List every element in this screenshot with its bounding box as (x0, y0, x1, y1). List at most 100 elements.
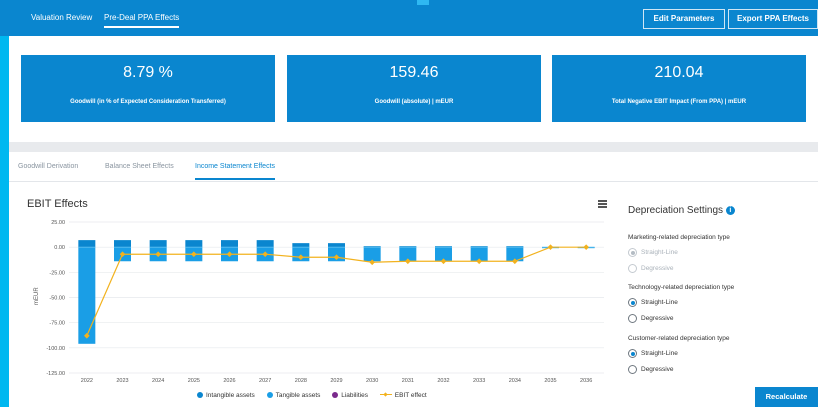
customer-degressive-radio[interactable]: Degressive (628, 365, 674, 374)
kpi-value: 159.46 (389, 64, 439, 81)
x-tick-label: 2031 (402, 378, 414, 384)
x-tick-label: 2027 (259, 378, 271, 384)
x-tick-label: 2025 (188, 378, 200, 384)
x-tick-label: 2023 (116, 378, 128, 384)
kpi-panel: 8.79 % Goodwill (in % of Expected Consid… (9, 36, 818, 142)
radio-selected-icon (628, 298, 637, 307)
bar-intangible-assets (328, 243, 345, 248)
bar-intangible-assets (114, 240, 131, 248)
settings-title: Depreciation Settings i (628, 205, 735, 216)
export-ppa-effects-button[interactable]: Export PPA Effects (728, 9, 818, 29)
kpi-value: 8.79 % (123, 64, 173, 81)
settings-title-text: Depreciation Settings (628, 205, 724, 216)
technology-degressive-radio[interactable]: Degressive (628, 314, 674, 323)
legend-dot-icon (266, 392, 273, 399)
customer-straight-line-radio[interactable]: Straight-Line (628, 349, 678, 358)
tab-balance-sheet-effects[interactable]: Balance Sheet Effects (105, 163, 174, 170)
radio-empty-icon (628, 365, 637, 374)
kpi-value: 210.04 (654, 64, 704, 81)
hamburger-menu-icon[interactable] (598, 200, 607, 208)
bar-intangible-assets (256, 240, 274, 248)
x-tick-label: 2028 (295, 378, 307, 384)
legend-item-tangible[interactable]: Tangible assets (266, 392, 321, 399)
tab-pre-deal-ppa-effects[interactable]: Pre-Deal PPA Effects (104, 13, 180, 28)
radio-label: Degressive (641, 366, 674, 374)
marketing-depreciation-label: Marketing-related depreciation type (628, 234, 730, 241)
legend-line-icon (379, 392, 392, 398)
legend-item-intangible[interactable]: Intangible assets (197, 392, 255, 399)
depreciation-settings-panel: Depreciation Settings i (628, 205, 735, 216)
top-nav-bar: Valuation Review Pre-Deal PPA Effects Ed… (0, 0, 818, 36)
legend-label: EBIT effect (394, 392, 427, 399)
x-axis-ticks: 2022 2023 2024 2025 2026 2027 2028 2029 2030 2031… (81, 378, 593, 384)
bar-intangible-assets (149, 240, 167, 248)
radio-selected-icon (628, 349, 637, 358)
recalculate-button[interactable]: Recalculate (755, 387, 818, 407)
radio-label: Straight-Line (641, 299, 678, 307)
marketing-degressive-radio: Degressive (628, 264, 674, 273)
bar-tangible-assets (363, 247, 381, 262)
x-tick-label: 2024 (152, 378, 164, 384)
legend-label: Tangible assets (275, 392, 321, 399)
marketing-straight-line-radio: Straight-Line (628, 248, 678, 257)
y-tick-label: -125.00 (46, 371, 65, 377)
x-tick-label: 2035 (544, 378, 556, 384)
legend-label: Liabilities (341, 392, 368, 399)
radio-selected-icon (628, 248, 637, 257)
x-tick-label: 2033 (473, 378, 485, 384)
y-axis-ticks: 25.00 0.00 -25.00 -50.00 -75.00 -100.00 -125.0… (46, 220, 65, 377)
radio-label: Straight-Line (641, 350, 678, 358)
tab-goodwill-derivation[interactable]: Goodwill Derivation (18, 163, 78, 170)
legend-dot-icon (332, 392, 339, 399)
x-tick-label: 2030 (366, 378, 378, 384)
sub-tab-bar: Goodwill Derivation Balance Sheet Effect… (9, 152, 818, 182)
edit-parameters-button[interactable]: Edit Parameters (643, 9, 725, 29)
kpi-label: Goodwill (in % of Expected Consideration… (70, 99, 226, 105)
legend-item-liabilities[interactable]: Liabilities (332, 392, 368, 399)
y-tick-label: -25.00 (49, 270, 65, 276)
kpi-card-goodwill-absolute: 159.46 Goodwill (absolute) | mEUR (287, 55, 541, 122)
legend-item-ebit[interactable]: EBIT effect (379, 392, 427, 399)
customer-depreciation-label: Customer-related depreciation type (628, 335, 730, 342)
y-tick-label: 0.00 (54, 245, 65, 251)
x-tick-label: 2032 (437, 378, 449, 384)
kpi-card-negative-ebit: 210.04 Total Negative EBIT Impact (From … (552, 55, 806, 122)
y-tick-label: 25.00 (51, 220, 65, 226)
chart-legend: Intangible assets Tangible assets Liabil… (197, 392, 437, 399)
kpi-label: Total Negative EBIT Impact (From PPA) | … (611, 99, 747, 105)
x-tick-label: 2026 (223, 378, 235, 384)
bar-intangible-assets (221, 240, 238, 248)
radio-label: Straight-Line (641, 249, 678, 257)
y-tick-label: -75.00 (49, 321, 65, 327)
ebit-effects-chart: 25.00 0.00 -25.00 -50.00 -75.00 -100.00 -125.0… (34, 220, 604, 384)
bar-tangible-assets (78, 247, 96, 344)
bar-intangible-assets (185, 240, 203, 248)
x-tick-label: 2029 (330, 378, 342, 384)
tab-income-statement-effects[interactable]: Income Statement Effects (195, 163, 276, 180)
y-tick-label: -100.00 (46, 346, 65, 352)
y-axis-label: mEUR (34, 287, 40, 305)
legend-dot-icon (197, 392, 203, 399)
y-tick-label: -50.00 (49, 296, 65, 302)
info-icon[interactable]: i (725, 205, 735, 215)
x-tick-label: 2022 (81, 378, 93, 384)
technology-depreciation-label: Technology-related depreciation type (628, 284, 735, 291)
tab-valuation-review[interactable]: Valuation Review (31, 13, 92, 22)
bar-intangible-assets (78, 240, 96, 248)
chart-title: EBIT Effects (27, 198, 88, 210)
kpi-card-goodwill-percent: 8.79 % Goodwill (in % of Expected Consid… (21, 55, 275, 122)
section-divider (9, 142, 818, 152)
radio-label: Degressive (641, 265, 674, 273)
legend-label: Intangible assets (206, 392, 255, 399)
x-tick-label: 2036 (580, 378, 592, 384)
top-notch (417, 0, 429, 5)
ebit-point (547, 244, 554, 250)
ebit-point (583, 244, 589, 250)
radio-label: Degressive (641, 315, 674, 323)
kpi-label: Goodwill (absolute) | mEUR (374, 99, 454, 105)
radio-empty-icon (628, 314, 637, 323)
x-tick-label: 2034 (509, 378, 521, 384)
bar-intangible-assets (292, 243, 310, 248)
radio-empty-icon (628, 264, 637, 273)
technology-straight-line-radio[interactable]: Straight-Line (628, 298, 678, 307)
